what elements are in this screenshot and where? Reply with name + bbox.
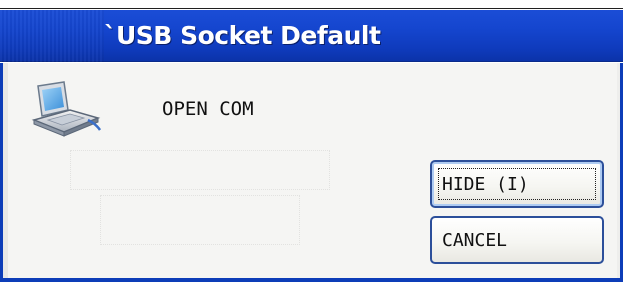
usb-device-icon	[30, 80, 102, 138]
dialog-window: `USB Socket Default OPEN COM HIDE (I) CA…	[0, 0, 623, 282]
title-bar[interactable]: `USB Socket Default	[0, 10, 623, 62]
window-title: `USB Socket Default	[104, 21, 381, 50]
cancel-button-label: CANCEL	[442, 230, 508, 251]
left-frame	[0, 63, 8, 282]
cancel-button[interactable]: CANCEL	[430, 216, 604, 264]
hide-button-label: HIDE (I)	[442, 174, 529, 195]
hide-button[interactable]: HIDE (I)	[430, 160, 604, 208]
right-frame	[617, 63, 623, 282]
title-bar-texture	[0, 10, 104, 62]
bottom-frame	[0, 278, 623, 282]
status-message: OPEN COM	[162, 98, 254, 120]
faint-frame	[100, 195, 300, 245]
faint-frame	[70, 150, 330, 190]
top-border	[0, 0, 623, 9]
